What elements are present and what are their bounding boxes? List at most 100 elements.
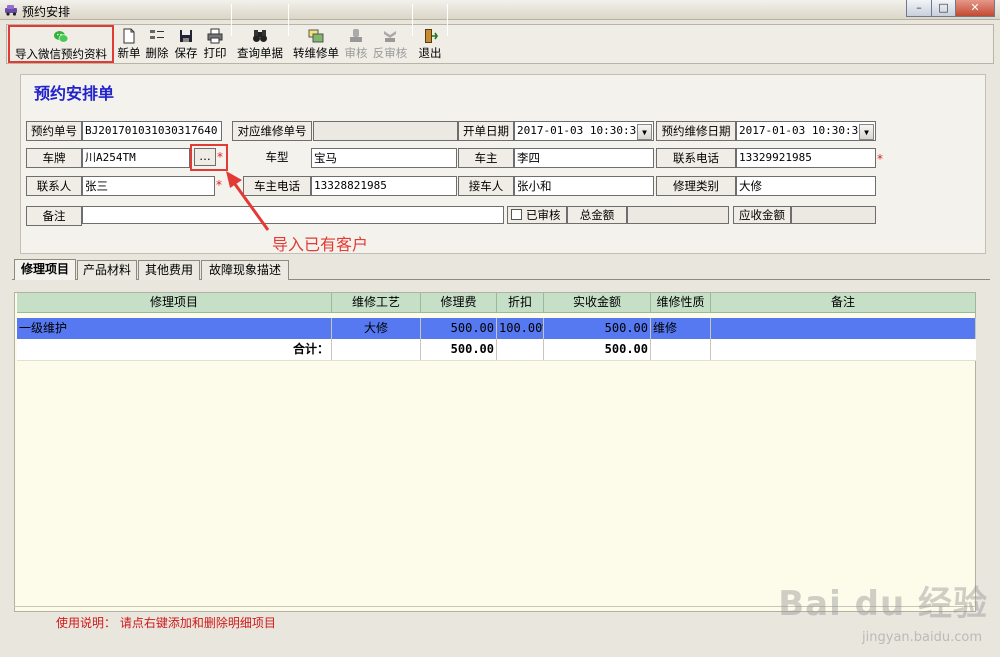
save-label: 保存	[174, 46, 198, 60]
column-header[interactable]: 折扣	[497, 293, 544, 313]
audit-button[interactable]: 审核	[343, 28, 369, 64]
car-type-label: 车型	[265, 150, 289, 164]
audited-label: 已审核	[526, 208, 561, 222]
watermark-logo: Bai du 经验	[778, 584, 988, 624]
maximize-button[interactable]: □	[931, 0, 956, 17]
plate-label: 车牌	[26, 148, 82, 168]
owner-phone-field[interactable]: 13328821985	[311, 176, 457, 196]
import-wechat-label: 导入微信预约资料	[15, 47, 107, 61]
tab-materials[interactable]: 产品材料	[77, 260, 137, 280]
toolbar-separator	[412, 4, 413, 36]
column-header[interactable]: 实收金额	[544, 293, 651, 313]
owner-label: 车主	[458, 148, 514, 168]
exit-label: 退出	[418, 46, 442, 60]
lookup-customer-button[interactable]: …	[194, 148, 216, 166]
delete-label: 删除	[145, 46, 169, 60]
sum-empty-cell	[497, 339, 544, 360]
sum-empty-cell	[332, 339, 421, 360]
open-date-field[interactable]: 2017-01-03 10:30:31 ▼	[514, 121, 654, 141]
window-title: 预约安排	[22, 5, 71, 19]
new-document-icon	[123, 28, 135, 44]
cell-fee[interactable]: 500.00	[421, 318, 497, 339]
sum-actual: 500.00	[544, 339, 651, 360]
convert-order-icon	[308, 29, 324, 43]
title-bar	[0, 0, 1000, 20]
audit-label: 审核	[344, 46, 368, 60]
required-mark: *	[877, 152, 883, 166]
appt-date-field[interactable]: 2017-01-03 10:30:31 ▼	[736, 121, 876, 141]
phone-field[interactable]: 13329921985	[736, 148, 876, 168]
repair-type-field[interactable]: 大修	[736, 176, 876, 196]
delete-button[interactable]: 删除	[144, 28, 170, 64]
new-button[interactable]: 新单	[117, 28, 141, 64]
minimize-button[interactable]: –	[906, 0, 932, 17]
car-type-field[interactable]: 宝马	[311, 148, 457, 168]
unaudit-button[interactable]: 反审核	[371, 28, 409, 64]
receivable-label: 应收金额	[733, 206, 791, 224]
floppy-disk-icon	[180, 30, 192, 42]
close-button[interactable]: ✕	[955, 0, 995, 17]
column-header[interactable]: 维修性质	[651, 293, 711, 313]
cell-nature[interactable]: 维修	[651, 318, 711, 339]
order-no-label: 预约单号	[26, 121, 82, 141]
chevron-down-icon[interactable]: ▼	[637, 124, 652, 140]
owner-field[interactable]: 李四	[514, 148, 654, 168]
chevron-down-icon[interactable]: ▼	[859, 124, 874, 140]
cell-item[interactable]: 一级维护	[17, 318, 332, 339]
column-header[interactable]: 备注	[711, 293, 976, 313]
receiver-label: 接车人	[458, 176, 514, 196]
receivable-field[interactable]	[791, 206, 876, 224]
total-label: 总金额	[567, 206, 627, 224]
receiver-field[interactable]: 张小和	[514, 176, 654, 196]
printer-icon	[207, 28, 223, 44]
cell-craft[interactable]: 大修	[332, 318, 421, 339]
cell-note[interactable]	[711, 318, 976, 339]
query-button[interactable]: 查询单据	[236, 28, 284, 64]
plate-field[interactable]: 川A254TM	[82, 148, 190, 168]
new-label: 新单	[117, 46, 141, 60]
delete-rows-icon	[150, 30, 164, 39]
audit-stamp-icon	[350, 29, 362, 42]
tab-fault-description[interactable]: 故障现象描述	[201, 260, 289, 280]
total-field[interactable]	[627, 206, 729, 224]
repair-no-field[interactable]	[313, 121, 458, 141]
order-no-field[interactable]: BJ201701031030317640	[82, 121, 222, 141]
cell-actual[interactable]: 500.00	[544, 318, 651, 339]
convert-label: 转维修单	[293, 46, 339, 60]
audited-checkbox[interactable]	[511, 209, 522, 220]
import-wechat-button[interactable]: 导入微信预约资料	[8, 25, 114, 63]
convert-button[interactable]: 转维修单	[292, 28, 340, 64]
annotation-arrow	[226, 171, 270, 231]
toolbar-separator	[447, 4, 448, 36]
print-label: 打印	[203, 46, 227, 60]
repair-type-label: 修理类别	[656, 176, 736, 196]
column-header[interactable]: 维修工艺	[332, 293, 421, 313]
repair-no-label: 对应维修单号	[232, 121, 312, 141]
exit-button[interactable]: 退出	[416, 28, 444, 64]
sum-label: 合计：	[17, 339, 332, 360]
print-button[interactable]: 打印	[202, 28, 228, 64]
usage-note: 使用说明： 请点右键添加和删除明细项目	[56, 616, 276, 630]
appt-date-value: 2017-01-03 10:30:31	[739, 124, 865, 137]
tab-repair-items[interactable]: 修理项目	[14, 259, 76, 280]
binoculars-icon	[253, 30, 267, 42]
required-mark: *	[217, 150, 223, 164]
column-header[interactable]: 修理项目	[17, 293, 332, 313]
tab-other-fees[interactable]: 其他费用	[138, 260, 200, 280]
save-button[interactable]: 保存	[173, 28, 199, 64]
query-label: 查询单据	[237, 46, 283, 60]
cell-discount[interactable]: 100.00%	[497, 318, 544, 339]
phone-label: 联系电话	[656, 148, 736, 168]
contact-label: 联系人	[26, 176, 82, 196]
column-header[interactable]: 修理费	[421, 293, 497, 313]
annotation-text: 导入已有客户	[272, 235, 369, 254]
remark-label: 备注	[26, 206, 82, 226]
contact-field[interactable]: 张三	[82, 176, 215, 196]
sum-empty-cell	[651, 339, 711, 360]
open-date-value: 2017-01-03 10:30:31	[517, 124, 643, 137]
car-app-icon	[5, 5, 17, 16]
watermark-url: jingyan.baidu.com	[862, 630, 982, 645]
open-date-label: 开单日期	[458, 121, 514, 141]
sum-fee: 500.00	[421, 339, 497, 360]
form-title: 预约安排单	[34, 84, 115, 103]
